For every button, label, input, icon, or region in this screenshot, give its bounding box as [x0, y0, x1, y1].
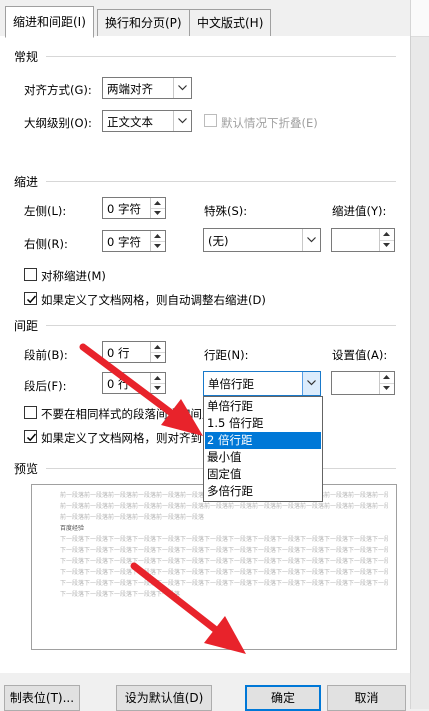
special-select[interactable]: (无) — [203, 228, 321, 252]
special-label: 特殊(S): — [204, 204, 248, 218]
section-indentation: 缩进 — [14, 175, 39, 189]
spacing-before-value: 0 行 — [107, 346, 130, 360]
option-multiple[interactable]: 多倍行距 — [205, 483, 321, 500]
line-spacing-value: 单倍行距 — [208, 377, 254, 391]
line-spacing-dropdown-list: 单倍行距 1.5 倍行距 2 倍行距 最小值 固定值 多倍行距 — [203, 396, 323, 502]
spacing-at-stepper[interactable] — [331, 371, 395, 395]
option-1-5-lines[interactable]: 1.5 倍行距 — [205, 415, 321, 432]
alignment-value: 两端对齐 — [107, 82, 153, 96]
auto-adjust-checkbox[interactable] — [24, 292, 37, 305]
snap-to-grid-checkbox[interactable] — [24, 430, 37, 443]
divider — [46, 181, 396, 182]
option-at-least[interactable]: 最小值 — [205, 449, 321, 466]
mirror-indents-label: 对称缩进(M) — [41, 269, 106, 283]
outline-level-select[interactable]: 正文文本 — [102, 110, 192, 132]
tab-bar: 缩进和间距(I) 换行和分页(P) 中文版式(H) — [0, 0, 410, 38]
chevron-down-icon[interactable] — [173, 111, 191, 131]
line-spacing-label: 行距(N): — [204, 348, 249, 362]
preview-next-line: 下一段落下一段落下一段落下一段落下一段落下一段落下一段落下一段落下一段落下一段落… — [60, 558, 388, 565]
indent-left-label: 左侧(L): — [24, 204, 67, 218]
divider — [46, 56, 396, 57]
preview-next-line: 下一段落下一段落下一段落下一段落下一段落 — [60, 591, 181, 598]
collapse-label: 默认情况下折叠(E) — [221, 116, 318, 130]
option-double[interactable]: 2 倍行距 — [205, 432, 321, 449]
spin-down-icon[interactable] — [151, 208, 165, 218]
indent-right-label: 右侧(R): — [24, 237, 68, 251]
tab-line-and-page-breaks[interactable]: 换行和分页(P) — [97, 9, 190, 36]
ok-button[interactable]: 确定 — [245, 685, 321, 711]
tab-indents-and-spacing[interactable]: 缩进和间距(I) — [5, 6, 94, 38]
divider — [46, 325, 396, 326]
tabs-button[interactable]: 制表位(T)... — [4, 685, 80, 711]
section-spacing: 间距 — [14, 319, 39, 333]
preview-prev-line: 前一段落前一段落前一段落前一段落前一段落前一段落 — [60, 514, 205, 521]
checkmark-icon — [26, 295, 37, 304]
outline-level-label: 大纲级别(O): — [24, 116, 92, 130]
spacing-after-label: 段后(F): — [24, 379, 67, 393]
chevron-down-icon[interactable] — [302, 372, 320, 395]
snap-to-grid-label: 如果定义了文档网格，则对齐到网格 — [41, 431, 225, 445]
spacing-at-label: 设置值(A): — [332, 348, 388, 362]
cancel-button[interactable]: 取消 — [327, 685, 406, 711]
preview-prev-line: 前一段落前一段落前一段落前一段落前一段落前一段落前一段落前一段落前一段落前一段落… — [60, 503, 388, 510]
indent-by-stepper[interactable] — [331, 228, 395, 252]
spacing-after-value: 0 行 — [107, 377, 130, 391]
preview-box: 前一段落前一段落前一段落前一段落前一段落前一段落前一段落前一段落前一段落前一段落… — [31, 484, 397, 650]
no-space-same-style-label: 不要在相同样式的段落间增加间距 — [41, 407, 214, 421]
preview-next-line: 下一段落下一段落下一段落下一段落下一段落下一段落下一段落下一段落下一段落下一段落… — [60, 580, 388, 587]
auto-adjust-label: 如果定义了文档网格，则自动调整右缩进(D) — [41, 293, 266, 307]
indent-right-stepper[interactable]: 0 字符 — [102, 230, 166, 252]
spacing-before-label: 段前(B): — [24, 348, 68, 362]
chevron-down-icon[interactable] — [302, 229, 320, 251]
indent-left-value: 0 字符 — [107, 202, 141, 216]
outline-level-value: 正文文本 — [107, 115, 153, 129]
chevron-down-icon[interactable] — [173, 78, 191, 98]
option-single[interactable]: 单倍行距 — [205, 398, 321, 415]
spin-down-icon[interactable] — [380, 240, 394, 251]
checkmark-icon — [26, 433, 37, 442]
preview-current-line: 百度经验 — [60, 525, 85, 532]
indent-left-stepper[interactable]: 0 字符 — [102, 197, 166, 219]
indent-by-label: 缩进值(Y): — [332, 204, 387, 218]
spin-down-icon[interactable] — [151, 241, 165, 251]
preview-next-line: 下一段落下一段落下一段落下一段落下一段落下一段落下一段落下一段落下一段落下一段落… — [60, 569, 388, 576]
spacing-before-stepper[interactable]: 0 行 — [102, 341, 166, 363]
collapse-checkbox[interactable] — [204, 114, 217, 127]
preview-next-line: 下一段落下一段落下一段落下一段落下一段落下一段落下一段落下一段落下一段落下一段落… — [60, 536, 388, 543]
section-preview: 预览 — [14, 462, 39, 476]
spacing-after-stepper[interactable]: 0 行 — [102, 372, 166, 394]
tab-asian-typography[interactable]: 中文版式(H) — [189, 9, 272, 36]
option-exactly[interactable]: 固定值 — [205, 466, 321, 483]
line-spacing-select[interactable]: 单倍行距 — [203, 371, 321, 396]
section-general: 常规 — [14, 50, 39, 64]
alignment-select[interactable]: 两端对齐 — [102, 77, 192, 99]
alignment-label: 对齐方式(G): — [24, 83, 92, 97]
no-space-same-style-checkbox[interactable] — [24, 406, 37, 419]
set-as-default-button[interactable]: 设为默认值(D) — [116, 685, 212, 711]
spin-down-icon[interactable] — [151, 383, 165, 393]
special-value: (无) — [208, 234, 229, 248]
spin-down-icon[interactable] — [380, 383, 394, 394]
background-window-strip — [410, 0, 429, 709]
preview-next-line: 下一段落下一段落下一段落下一段落下一段落下一段落下一段落下一段落下一段落下一段落… — [60, 547, 388, 554]
spin-down-icon[interactable] — [151, 352, 165, 362]
mirror-indents-checkbox[interactable] — [24, 268, 37, 281]
indent-right-value: 0 字符 — [107, 235, 141, 249]
